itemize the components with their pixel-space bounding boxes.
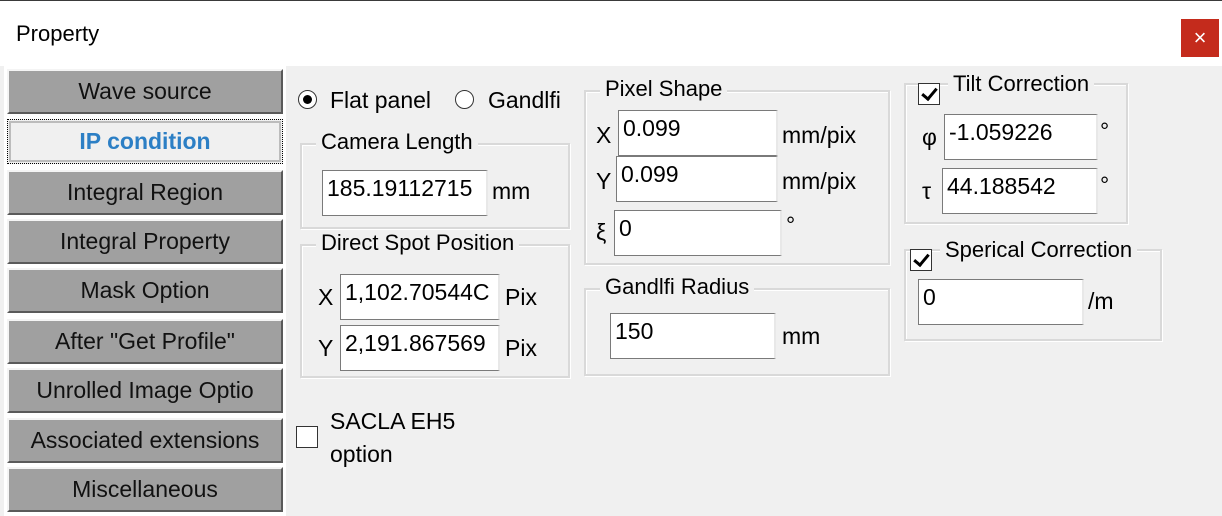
sperical-correction-input[interactable]: 0 xyxy=(918,279,1084,325)
phi-unit: ° xyxy=(1100,118,1110,144)
tab-integral-property[interactable]: Integral Property xyxy=(7,219,283,264)
main-area: Wave source IP condition Integral Region… xyxy=(0,66,1222,516)
tau-input[interactable]: 44.188542 xyxy=(942,168,1098,214)
sperical-correction-label: Sperical Correction xyxy=(940,237,1138,263)
direct-spot-legend: Direct Spot Position xyxy=(316,230,520,256)
tab-label: Integral Property xyxy=(59,228,231,254)
phi-input[interactable]: -1.059226 xyxy=(944,114,1098,160)
tab-unrolled-image-option[interactable]: Unrolled Image Optio xyxy=(7,368,283,413)
tab-label: Wave source xyxy=(78,78,212,104)
spot-x-label: X xyxy=(318,284,334,310)
flat-panel-radio[interactable] xyxy=(298,90,317,109)
sacla-label-line1: SACLA EH5 xyxy=(330,408,456,434)
tau-label: τ xyxy=(922,178,932,204)
close-icon: × xyxy=(1193,25,1207,50)
flat-panel-label: Flat panel xyxy=(330,87,432,113)
pixel-xi-input[interactable]: 0 xyxy=(614,210,782,256)
pixel-shape-legend: Pixel Shape xyxy=(600,76,728,102)
camera-length-input[interactable]: 185.19112715 xyxy=(322,170,488,216)
ip-condition-panel: Flat panel Gandlfi Camera Length 185.191… xyxy=(288,66,1222,516)
close-button[interactable]: × xyxy=(1181,19,1219,57)
title-bar: Property × xyxy=(0,0,1222,66)
pixel-y-label: Y xyxy=(596,168,612,194)
tilt-correction-label: Tilt Correction xyxy=(948,71,1095,97)
tilt-correction-checkbox[interactable] xyxy=(918,83,940,105)
tab-label: Integral Region xyxy=(67,179,223,205)
phi-label: φ xyxy=(922,124,937,150)
sperical-correction-group: Sperical Correction 0 /m xyxy=(904,237,1162,341)
tab-after-get-profile[interactable]: After "Get Profile" xyxy=(7,319,283,364)
tab-label: IP condition xyxy=(79,128,211,154)
gandlfi-radio[interactable] xyxy=(455,90,474,109)
tab-wave-source[interactable]: Wave source xyxy=(7,69,283,114)
pixel-x-input[interactable]: 0.099 xyxy=(618,110,778,156)
tab-label: Unrolled Image Optio xyxy=(36,377,254,403)
sacla-checkbox[interactable] xyxy=(296,426,318,448)
gandlfi-label: Gandlfi xyxy=(488,87,561,113)
window-title: Property xyxy=(16,21,100,46)
pixel-shape-group: Pixel Shape X 0.099 mm/pix Y 0.099 mm/pi… xyxy=(584,76,890,265)
sperical-correction-unit: /m xyxy=(1088,288,1114,314)
pixel-y-input[interactable]: 0.099 xyxy=(616,156,778,202)
gandlfi-radius-legend: Gandlfi Radius xyxy=(600,274,755,300)
tab-label: After "Get Profile" xyxy=(55,328,235,354)
camera-length-legend: Camera Length xyxy=(316,129,478,155)
spot-x-input[interactable]: 1,102.70544C xyxy=(340,274,500,320)
pixel-x-unit: mm/pix xyxy=(782,122,857,148)
pixel-y-unit: mm/pix xyxy=(782,168,857,194)
camera-length-unit: mm xyxy=(492,178,531,204)
sperical-correction-checkbox[interactable] xyxy=(910,249,932,271)
tab-ip-condition[interactable]: IP condition xyxy=(7,119,283,164)
pixel-xi-label: ξ xyxy=(596,219,607,245)
tab-label: Associated extensions xyxy=(30,427,260,453)
sacla-label-line2: option xyxy=(330,441,393,467)
tab-associated-extensions[interactable]: Associated extensions xyxy=(7,418,283,463)
gandlfi-radius-group: Gandlfi Radius 150 mm xyxy=(584,274,890,376)
tau-unit: ° xyxy=(1100,172,1110,198)
camera-length-group: Camera Length 185.19112715 mm xyxy=(300,129,570,229)
spot-y-unit: Pix xyxy=(505,335,537,361)
pixel-x-label: X xyxy=(596,122,612,148)
tab-label: Miscellaneous xyxy=(72,476,218,502)
gandlfi-radius-unit: mm xyxy=(782,323,821,349)
gandlfi-radius-input[interactable]: 150 xyxy=(610,313,776,359)
spot-y-input[interactable]: 2,191.867569 xyxy=(340,325,500,371)
tilt-correction-group: Tilt Correction φ -1.059226 ° τ 44.18854… xyxy=(904,71,1128,224)
direct-spot-group: Direct Spot Position X 1,102.70544C Pix … xyxy=(300,230,570,378)
spot-x-unit: Pix xyxy=(505,284,537,310)
tab-integral-region[interactable]: Integral Region xyxy=(7,170,283,215)
pixel-xi-unit: ° xyxy=(786,212,796,238)
tab-miscellaneous[interactable]: Miscellaneous xyxy=(7,467,283,512)
tab-label: Mask Option xyxy=(80,277,210,303)
tab-list: Wave source IP condition Integral Region… xyxy=(4,66,286,516)
tab-mask-option[interactable]: Mask Option xyxy=(7,268,283,313)
spot-y-label: Y xyxy=(318,335,334,361)
